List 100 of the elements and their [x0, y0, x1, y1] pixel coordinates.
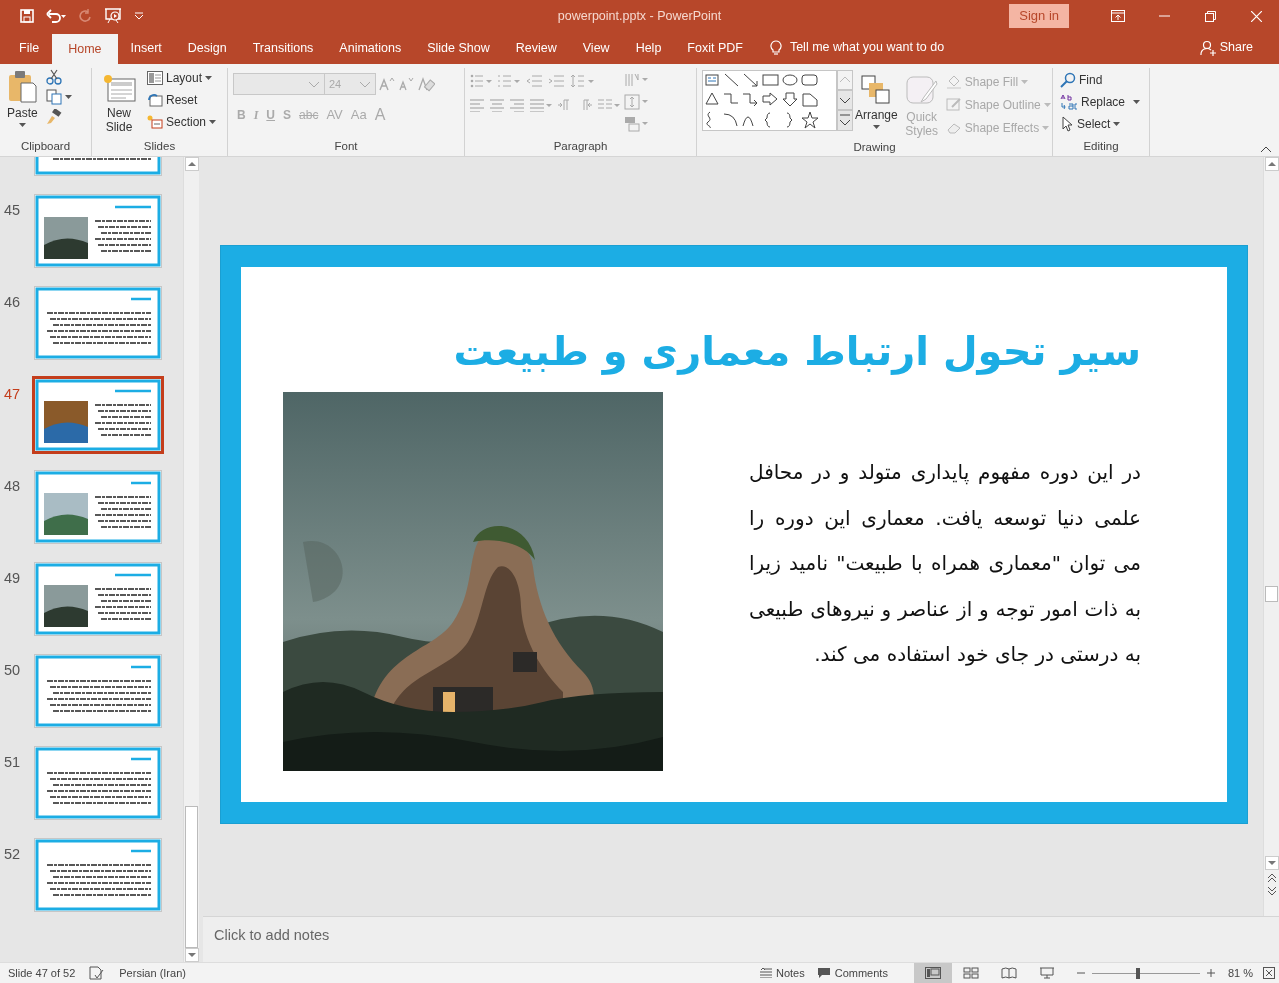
share-button[interactable]: Share [1193, 37, 1259, 58]
slide-thumbnail[interactable] [34, 194, 162, 268]
group-label: Clipboard [19, 139, 72, 154]
scroll-up-button[interactable] [184, 157, 199, 171]
slide-number: 51 [3, 753, 22, 772]
ribbon-tab[interactable]: Design [174, 34, 240, 62]
slide-number: 46 [3, 293, 22, 312]
replace-button[interactable]: Replace [1058, 92, 1144, 112]
paint-bucket-icon [945, 74, 962, 90]
group-label: Editing [1082, 139, 1120, 154]
scroll-down-button[interactable] [184, 948, 199, 962]
search-icon [1060, 72, 1076, 88]
ribbon-tab[interactable]: View [569, 34, 623, 62]
group-label: Paragraph [552, 139, 609, 154]
ribbon-tab[interactable]: Help [622, 34, 675, 62]
slide-number: 49 [3, 569, 22, 588]
reset-button[interactable]: Reset [145, 90, 222, 110]
quick-styles-icon [905, 75, 938, 107]
sign-in-button[interactable]: Sign in [1009, 4, 1069, 28]
overlapping-squares-icon [861, 75, 892, 105]
caret-icon [134, 12, 144, 20]
clipboard-icon [7, 69, 38, 103]
scroll-up-button[interactable] [1264, 157, 1279, 171]
slide-thumbnail[interactable] [34, 286, 162, 360]
ribbon-tab[interactable]: File [6, 34, 53, 62]
caret-icon [209, 120, 217, 124]
caret-icon [1043, 103, 1051, 107]
pencil-icon [945, 97, 962, 113]
cursor-arrow-icon [1060, 116, 1074, 132]
zoom-level[interactable]: 81 % [1227, 964, 1253, 982]
slide-thumbnail[interactable] [34, 562, 162, 636]
projector-screen-icon [1038, 967, 1055, 979]
new-slide-icon [102, 73, 136, 103]
more-shapes-button[interactable] [837, 110, 853, 131]
next-slide-button[interactable] [1266, 886, 1277, 896]
projector-screen-icon [104, 8, 122, 24]
undo-icon [46, 9, 66, 23]
comments-button[interactable]: Comments [810, 964, 894, 982]
slide-thumbnail[interactable] [34, 838, 162, 912]
layout-button[interactable]: Layout [145, 68, 222, 88]
previous-slide-button[interactable] [1266, 873, 1277, 883]
slide-thumbnail[interactable] [34, 746, 162, 820]
speech-bubble-icon [816, 967, 831, 979]
section-button[interactable]: Section [145, 112, 222, 132]
tell-me-search[interactable]: Tell me what you want to do [789, 38, 945, 57]
shapes-gallery[interactable] [702, 70, 837, 131]
slide-number: 47 [3, 385, 22, 404]
ribbon-tab[interactable]: Review [502, 34, 570, 62]
notes-button[interactable]: Notes [754, 964, 811, 982]
ribbon-tab[interactable]: Animations [326, 34, 415, 62]
scroll-thumb[interactable] [1265, 585, 1278, 602]
chevron-down-icon [359, 80, 371, 88]
chevron-down-icon [308, 80, 320, 88]
slide-thumbnail[interactable] [32, 376, 164, 454]
spelling-check-icon[interactable] [89, 966, 106, 980]
grid-icon [962, 967, 979, 979]
ribbon-tab[interactable]: Transitions [239, 34, 327, 62]
group-label: Slides [142, 139, 177, 154]
find-button[interactable]: Find [1058, 70, 1144, 90]
fit-to-window-button[interactable] [1263, 967, 1275, 979]
replace-icon [1060, 94, 1078, 110]
scroll-down-button[interactable] [1264, 856, 1279, 870]
slide-number: 52 [3, 845, 22, 864]
slide-counter: Slide 47 of 52 [8, 965, 76, 981]
normal-view-icon [924, 967, 941, 979]
redo-icon [78, 9, 92, 23]
scroll-down-button[interactable] [837, 90, 853, 110]
font-name-field[interactable] [233, 73, 325, 95]
normal-view-button[interactable] [913, 963, 952, 983]
reset-icon [147, 93, 163, 107]
caret-icon [18, 123, 26, 127]
minimize-icon [1158, 15, 1170, 17]
ribbon-tab[interactable]: Foxit PDF [674, 34, 756, 62]
arrange-button[interactable]: Arrange [853, 74, 900, 139]
notes-field[interactable]: Click to add notes [214, 927, 330, 943]
caret-icon [64, 95, 72, 99]
copy-icon [45, 89, 62, 105]
collapse-ribbon-button[interactable] [1260, 146, 1272, 153]
new-slide-button[interactable]: New Slide [97, 72, 141, 138]
scroll-thumb[interactable] [185, 806, 198, 948]
ribbon-tab[interactable]: Slide Show [414, 34, 503, 62]
scissors-icon [45, 69, 62, 85]
person-add-icon [1199, 39, 1216, 56]
select-button[interactable]: Select [1058, 114, 1144, 134]
paste-button[interactable]: Paste [5, 68, 40, 138]
language-indicator[interactable]: Persian (Iran) [119, 964, 186, 982]
slide-thumbnail[interactable] [34, 654, 162, 728]
book-icon [1000, 967, 1017, 979]
zoom-in-button[interactable] [1205, 968, 1216, 978]
layout-icon [147, 71, 163, 85]
ribbon-tab[interactable]: Insert [117, 34, 175, 62]
group-label: Font [333, 139, 359, 154]
slide-thumbnail[interactable] [34, 470, 162, 544]
slide-number: 45 [3, 201, 22, 220]
caret-icon [1021, 80, 1029, 84]
ribbon-tab[interactable]: Home [52, 34, 118, 64]
slider-thumb[interactable] [1136, 967, 1141, 979]
caret-icon [205, 76, 213, 80]
section-icon [147, 115, 163, 129]
caret-icon [1042, 126, 1050, 130]
